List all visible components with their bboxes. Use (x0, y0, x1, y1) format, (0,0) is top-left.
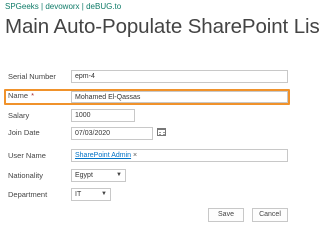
name-label: Name * (8, 91, 34, 100)
chevron-down-icon: ▼ (116, 172, 122, 178)
name-label-text: Name (8, 91, 29, 100)
department-value: IT (75, 191, 82, 198)
serial-number-input[interactable]: epm-4 (71, 70, 288, 83)
save-button[interactable]: Save (208, 208, 244, 222)
calendar-icon[interactable] (157, 128, 166, 136)
name-input[interactable]: Mohamed El-Qassas (71, 91, 288, 103)
user-name-people-picker[interactable]: SharePoint Admin × (71, 149, 288, 162)
remove-user-icon[interactable]: × (133, 152, 137, 159)
chevron-down-icon: ▼ (101, 191, 107, 197)
join-date-label: Join Date (8, 128, 40, 137)
page-title: Main Auto-Populate SharePoint List (5, 15, 320, 38)
salary-label: Salary (8, 111, 30, 120)
nationality-select[interactable]: Egypt ▼ (71, 169, 126, 182)
user-name-entity[interactable]: SharePoint Admin (75, 152, 131, 159)
nationality-label: Nationality (8, 171, 44, 180)
department-select[interactable]: IT ▼ (71, 188, 111, 201)
nationality-value: Egypt (75, 172, 93, 179)
user-name-label: User Name (8, 151, 46, 160)
required-marker: * (31, 91, 35, 100)
department-label: Department (8, 190, 48, 199)
site-links[interactable]: SPGeeks | devoworx | deBUG.to (5, 2, 121, 11)
cancel-button[interactable]: Cancel (252, 208, 288, 222)
serial-number-label: Serial Number (8, 72, 56, 81)
salary-input[interactable]: 1000 (71, 109, 135, 122)
join-date-input[interactable]: 07/03/2020 (71, 127, 153, 140)
